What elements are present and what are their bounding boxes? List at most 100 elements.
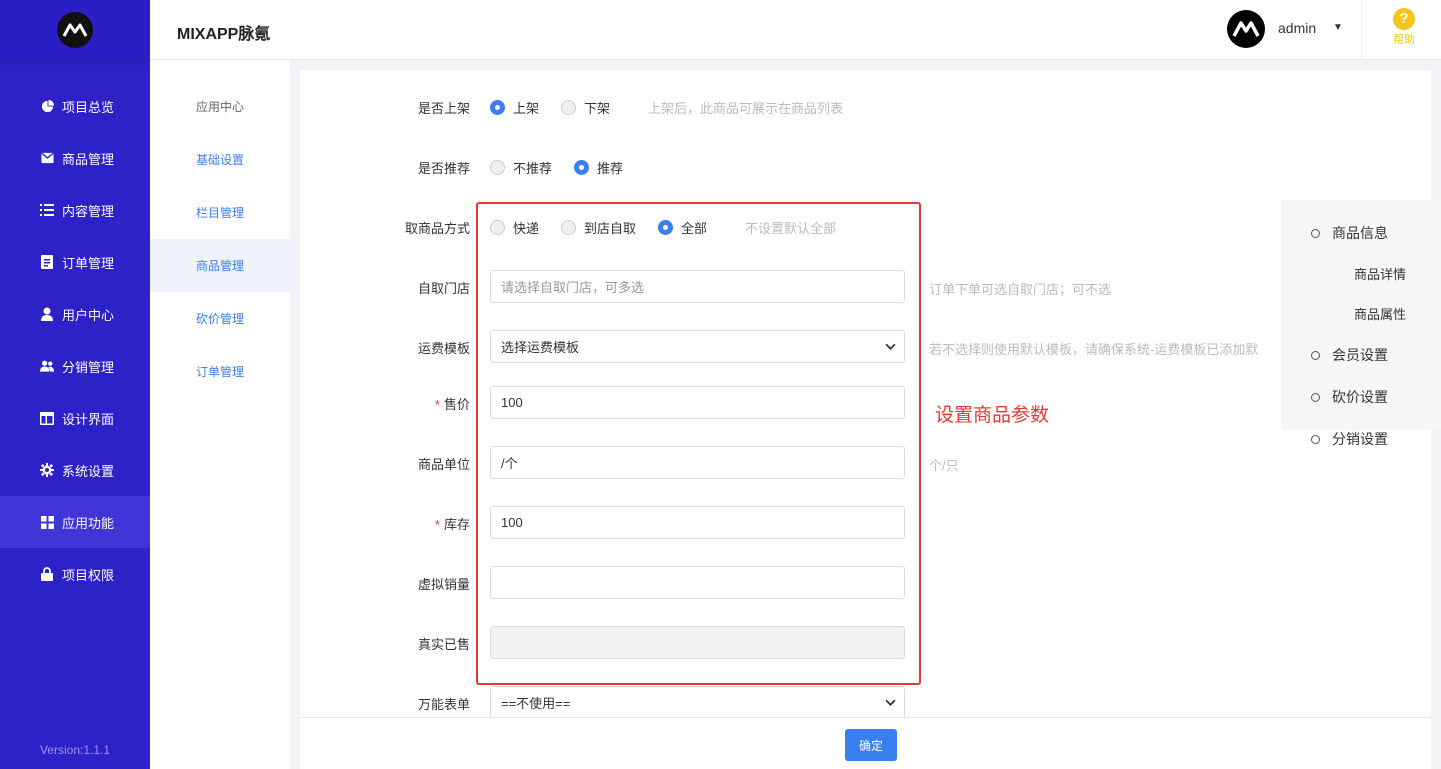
nav-item-design[interactable]: 设计界面 (0, 392, 150, 444)
radio-label: 快递 (513, 221, 540, 236)
nav-item-content[interactable]: 内容管理 (0, 184, 150, 236)
nav-item-overview[interactable]: 项目总览 (0, 80, 150, 132)
help-label: 帮助 (1393, 34, 1415, 46)
gear-icon (40, 463, 54, 477)
caret-down-icon[interactable]: ▼ (1333, 22, 1343, 33)
radio-store-pickup[interactable]: 到店自取 (561, 218, 636, 237)
pickup-store-hint: 订单下单可选自取门店；可不选 (929, 282, 1112, 297)
avatar[interactable] (1227, 10, 1265, 48)
chevron-down-icon (885, 340, 896, 355)
nav-item-products[interactable]: 商品管理 (0, 132, 150, 184)
submenu-item-orders[interactable]: 订单管理 (150, 345, 290, 398)
field-label: * 售价 (300, 394, 470, 413)
radio-off-shelf[interactable]: 下架 (561, 98, 610, 117)
user-icon (40, 307, 54, 321)
nav-item-permissions[interactable]: 项目权限 (0, 548, 150, 600)
product-form-panel: 是否上架 上架 下架 上架后，此商品可展示在商品列表 是否推荐 不推荐 推荐 取… (300, 70, 1431, 769)
pickup-store-select[interactable]: 请选择自取门店，可多选 (490, 270, 905, 303)
top-header: MIXAPP脉氪 admin ▼ ? 帮助 (150, 0, 1441, 60)
anchor-item-member-settings[interactable]: 会员设置 (1311, 345, 1388, 365)
submenu-item-app-center[interactable]: 应用中心 (150, 80, 290, 133)
anchor-item-distribution-settings[interactable]: 分销设置 (1311, 429, 1388, 449)
header-divider (1361, 0, 1362, 60)
submenu-item-basic-settings[interactable]: 基础设置 (150, 133, 290, 186)
radio-dot (561, 220, 577, 235)
field-label: 是否上架 (417, 101, 470, 116)
unit-input[interactable]: /个 (490, 446, 905, 479)
shipping-template-select[interactable]: 选择运费模板 (490, 330, 905, 363)
anchor-item-bargain-settings[interactable]: 砍价设置 (1311, 387, 1388, 407)
question-icon: ? (1393, 8, 1415, 30)
required-mark: * (434, 517, 440, 532)
radio-not-recommend[interactable]: 不推荐 (490, 158, 552, 177)
submenu-item-bargain[interactable]: 砍价管理 (150, 292, 290, 345)
universal-form-select[interactable]: ==不使用== (490, 686, 905, 719)
document-icon (40, 255, 54, 269)
row-real-sold: 真实已售 (300, 626, 1431, 660)
row-virtual-sales: 虚拟销量 (300, 566, 1431, 600)
select-value: ==不使用== (501, 696, 571, 711)
radio-label: 全部 (681, 221, 708, 236)
radio-dot (658, 220, 674, 235)
help-button[interactable]: ? 帮助 (1382, 8, 1426, 47)
radio-recommend[interactable]: 推荐 (574, 158, 623, 177)
row-pickup-method: 取商品方式 快递 到店自取 全部 不设置默认全部 (300, 210, 1431, 244)
recommend-radio-group: 不推荐 推荐 (490, 158, 645, 177)
radio-label: 上架 (513, 101, 540, 116)
form-footer: 确定 (300, 717, 1431, 769)
stock-input[interactable]: 100 (490, 506, 905, 539)
username[interactable]: admin (1278, 20, 1316, 36)
anchor-item-product-detail[interactable]: 商品详情 (1354, 264, 1406, 283)
submenu-item-columns[interactable]: 栏目管理 (150, 186, 290, 239)
circle-icon (1311, 435, 1320, 444)
pickup-radio-group: 快递 到店自取 全部 不设置默认全部 (490, 218, 836, 237)
row-unit: 商品单位 /个 个/只 (300, 446, 1431, 480)
anchor-item-product-attrs[interactable]: 商品属性 (1354, 304, 1406, 323)
price-input[interactable]: 100 (490, 386, 905, 419)
radio-all[interactable]: 全部 (658, 218, 707, 237)
sub-menu: 应用中心 基础设置 栏目管理 商品管理 砍价管理 订单管理 (150, 60, 290, 769)
nav-item-distribution[interactable]: 分销管理 (0, 340, 150, 392)
app-title: MIXAPP脉氪 (177, 26, 271, 43)
radio-express[interactable]: 快递 (490, 218, 539, 237)
nav-item-orders[interactable]: 订单管理 (0, 236, 150, 288)
nav-item-label: 用户中心 (62, 307, 115, 323)
confirm-button[interactable]: 确定 (845, 729, 897, 761)
shipping-template-hint: 若不选择则使用默认模板，请确保系统-运费模板已添加默 (929, 342, 1259, 357)
nav-item-label: 项目权限 (62, 567, 115, 583)
submenu-item-products[interactable]: 商品管理 (150, 239, 290, 292)
list-icon (40, 203, 54, 217)
required-mark: * (434, 397, 440, 412)
field-label: 商品单位 (417, 457, 470, 472)
nav-item-users[interactable]: 用户中心 (0, 288, 150, 340)
nav-item-label: 内容管理 (62, 203, 115, 219)
radio-dot (490, 100, 505, 115)
nav-item-label: 设计界面 (62, 411, 115, 427)
real-sold-input (490, 626, 905, 659)
label-text: 售价 (443, 397, 470, 412)
nav-item-label: 项目总览 (62, 99, 115, 115)
nav-item-label: 分销管理 (62, 359, 115, 375)
anchor-label: 分销设置 (1332, 431, 1388, 447)
radio-on-shelf[interactable]: 上架 (490, 98, 539, 117)
field-label: 是否推荐 (417, 161, 470, 176)
on-shelf-radio-group: 上架 下架 上架后，此商品可展示在商品列表 (490, 98, 843, 117)
radio-label: 到店自取 (584, 221, 637, 236)
row-price: * 售价 100 (300, 386, 1431, 420)
select-value: 选择运费模板 (501, 340, 580, 355)
radio-dot (490, 160, 505, 175)
row-recommend: 是否推荐 不推荐 推荐 (300, 150, 1431, 184)
row-pickup-store: 自取门店 请选择自取门店，可多选 订单下单可选自取门店；可不选 (300, 270, 1431, 304)
logo-area[interactable] (0, 0, 150, 60)
grid-icon (40, 515, 54, 529)
chevron-down-icon (885, 696, 896, 711)
nav-item-app-functions[interactable]: 应用功能 (0, 496, 150, 548)
nav-item-settings[interactable]: 系统设置 (0, 444, 150, 496)
unit-hint: 个/只 (929, 458, 959, 473)
nav-item-label: 商品管理 (62, 151, 115, 167)
virtual-sales-input[interactable] (490, 566, 905, 599)
row-on-shelf: 是否上架 上架 下架 上架后，此商品可展示在商品列表 (300, 90, 1431, 124)
anchor-label: 会员设置 (1332, 347, 1388, 363)
anchor-item-product-info[interactable]: 商品信息 (1311, 223, 1388, 243)
circle-icon (1311, 393, 1320, 402)
